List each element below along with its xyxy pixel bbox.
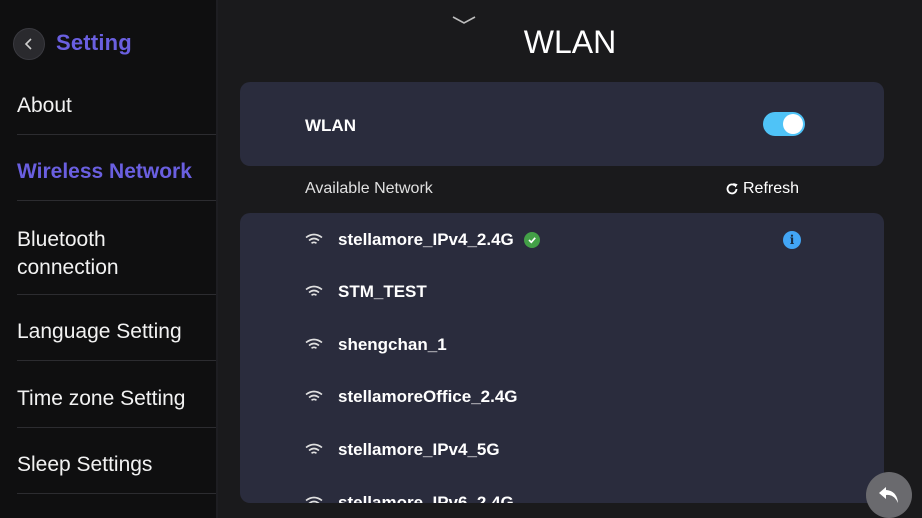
- return-button[interactable]: [866, 472, 912, 518]
- divider: [17, 360, 216, 361]
- wlan-toggle-card: WLAN: [240, 82, 884, 166]
- wlan-label: WLAN: [305, 116, 356, 135]
- info-icon[interactable]: i: [783, 231, 801, 249]
- wlan-toggle[interactable]: [763, 112, 805, 136]
- divider: [17, 493, 216, 494]
- divider: [17, 294, 216, 295]
- back-button[interactable]: [13, 28, 45, 60]
- wifi-icon: [305, 496, 323, 503]
- network-ssid: stellamore_IPv4_5G: [338, 440, 500, 459]
- network-row[interactable]: STM_TEST: [240, 266, 884, 318]
- sidebar-item-time-zone[interactable]: Time zone Setting: [0, 385, 216, 413]
- toggle-knob: [783, 114, 803, 134]
- page-title: WLAN: [523, 24, 617, 60]
- network-ssid: stellamoreOffice_2.4G: [338, 387, 518, 406]
- ssid-text: stellamore_IPv4_2.4G: [338, 230, 514, 249]
- wifi-icon: [305, 443, 323, 454]
- refresh-icon: [726, 183, 738, 195]
- sidebar-item-sleep[interactable]: Sleep Settings: [0, 451, 216, 479]
- main-panel: WLAN WLAN Available Network Refresh stel…: [218, 0, 922, 518]
- wifi-icon: [305, 285, 323, 296]
- sidebar-header: Setting: [0, 0, 216, 86]
- refresh-label: Refresh: [743, 180, 800, 197]
- available-network-label: Available Network: [305, 180, 433, 197]
- return-icon: [879, 487, 898, 503]
- network-row[interactable]: stellamoreOffice_2.4G: [240, 371, 884, 423]
- network-ssid: stellamore_IPv4_2.4G: [338, 230, 540, 250]
- wifi-icon: [305, 390, 323, 401]
- network-ssid: stellamore_IPv6_2.4G: [338, 493, 514, 503]
- sidebar-item-language[interactable]: Language Setting: [0, 318, 216, 346]
- back-icon: [24, 38, 32, 50]
- check-icon: [523, 232, 540, 248]
- sidebar: Setting About Wireless Network Bluetooth…: [0, 0, 218, 518]
- sidebar-item-wireless-network[interactable]: Wireless Network: [0, 158, 216, 186]
- divider: [17, 427, 216, 428]
- network-ssid: shengchan_1: [338, 335, 447, 354]
- network-row[interactable]: stellamore_IPv4_2.4G i: [240, 214, 884, 266]
- divider: [17, 134, 216, 135]
- sidebar-item-about[interactable]: About: [0, 92, 216, 120]
- sidebar-title: Setting: [56, 30, 132, 55]
- sidebar-item-bluetooth[interactable]: Bluetooth connection: [0, 226, 200, 282]
- network-list: stellamore_IPv4_2.4G i STM_TEST shengcha…: [240, 213, 884, 503]
- network-row[interactable]: stellamore_IPv6_2.4G: [240, 477, 884, 503]
- divider: [17, 200, 216, 201]
- network-row[interactable]: stellamore_IPv4_5G: [240, 424, 884, 476]
- wifi-icon: [305, 338, 323, 349]
- refresh-button[interactable]: Refresh: [725, 180, 799, 198]
- network-ssid: STM_TEST: [338, 282, 427, 301]
- network-row[interactable]: shengchan_1: [240, 319, 884, 371]
- wifi-icon: [305, 233, 323, 244]
